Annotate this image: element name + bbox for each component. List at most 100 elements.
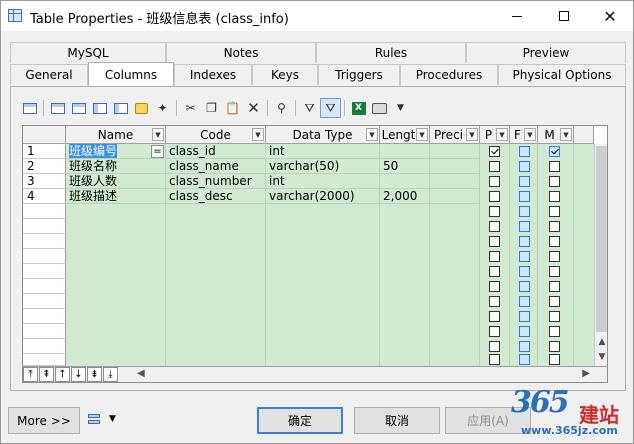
create-domain-button[interactable] — [131, 98, 152, 118]
copy-button[interactable]: ❐ — [201, 98, 222, 118]
mandatory-checkbox[interactable] — [549, 146, 560, 157]
foreign-checkbox[interactable] — [519, 354, 530, 365]
row-number-empty[interactable] — [23, 324, 66, 339]
primary-checkbox[interactable] — [489, 311, 500, 322]
tab-indexes[interactable]: Indexes — [174, 64, 252, 85]
mandatory-checkbox[interactable] — [549, 236, 560, 247]
row-number[interactable]: 4 — [23, 189, 66, 204]
cell-length[interactable] — [380, 174, 430, 189]
foreign-checkbox[interactable] — [519, 251, 530, 262]
foreign-checkbox[interactable] — [519, 146, 530, 157]
more-tools-dropdown[interactable]: ▼ — [390, 98, 411, 118]
create-sequence-button[interactable]: ✦ — [152, 98, 173, 118]
vertical-scrollbar[interactable]: ▲ ▼ — [594, 144, 607, 366]
move-bottom-icon[interactable]: ⤓ — [103, 367, 118, 382]
scroll-left-icon[interactable]: ◀ — [137, 368, 145, 379]
mandatory-checkbox[interactable] — [549, 281, 560, 292]
chevron-down-icon[interactable]: ▼ — [252, 128, 264, 141]
horizontal-scrollbar[interactable]: ◀ ▶ — [135, 366, 607, 382]
maximize-button[interactable] — [541, 1, 587, 31]
foreign-checkbox[interactable] — [519, 266, 530, 277]
primary-checkbox[interactable] — [489, 326, 500, 337]
primary-checkbox[interactable] — [489, 281, 500, 292]
edit-cell-button[interactable]: = — [151, 145, 164, 158]
cell-code[interactable]: class_name — [166, 159, 266, 174]
mandatory-checkbox[interactable] — [549, 341, 560, 352]
cell-name[interactable]: 班级描述 — [66, 189, 166, 204]
cell-name[interactable]: 班级人数 — [66, 174, 166, 189]
scroll-right-icon[interactable]: ▶ — [582, 368, 590, 379]
mandatory-checkbox[interactable] — [549, 311, 560, 322]
tab-columns[interactable]: Columns — [88, 62, 174, 86]
tab-rules[interactable]: Rules — [316, 42, 466, 63]
primary-checkbox[interactable] — [489, 341, 500, 352]
find-button[interactable]: ⚲ — [271, 98, 292, 118]
cell-data-type[interactable]: varchar(2000) — [266, 189, 380, 204]
chevron-down-icon[interactable]: ▼ — [524, 128, 536, 141]
filter-button[interactable]: ⛛ — [299, 98, 320, 118]
chevron-down-icon[interactable]: ▼ — [366, 128, 378, 141]
move-down-icon[interactable]: ↓ — [71, 367, 86, 382]
foreign-checkbox[interactable] — [519, 296, 530, 307]
foreign-checkbox[interactable] — [519, 161, 530, 172]
delete-button[interactable]: ✕ — [243, 98, 264, 118]
cell-length[interactable]: 50 — [380, 159, 430, 174]
add-row-button[interactable] — [68, 98, 89, 118]
cell-precision[interactable] — [430, 159, 480, 174]
cell-code[interactable]: class_id — [166, 144, 266, 159]
primary-checkbox[interactable] — [489, 251, 500, 262]
column-header-foreign[interactable]: F ▼ — [510, 126, 538, 144]
primary-checkbox[interactable] — [489, 266, 500, 277]
foreign-checkbox[interactable] — [519, 326, 530, 337]
config-dropdown-icon[interactable]: ▼ — [109, 414, 116, 424]
ok-button[interactable]: 确定 — [257, 407, 343, 434]
row-number-empty[interactable] — [23, 234, 66, 249]
chevron-down-icon[interactable]: ▼ — [496, 128, 508, 141]
tab-mysql[interactable]: MySQL — [10, 42, 166, 63]
tab-general[interactable]: General — [10, 64, 88, 85]
properties-button[interactable] — [19, 98, 40, 118]
primary-checkbox[interactable] — [489, 161, 500, 172]
row-number-empty[interactable] — [23, 354, 66, 366]
primary-checkbox[interactable] — [489, 191, 500, 202]
foreign-checkbox[interactable] — [519, 191, 530, 202]
more-button[interactable]: More >> — [8, 407, 80, 434]
column-header-precision[interactable]: Preci ▼ — [430, 126, 480, 144]
tab-keys[interactable]: Keys — [252, 64, 318, 85]
tab-notes[interactable]: Notes — [166, 42, 316, 63]
insert-row-button[interactable] — [47, 98, 68, 118]
move-page-down-icon[interactable]: ⇟ — [87, 367, 102, 382]
cell-data-type[interactable]: varchar(50) — [266, 159, 380, 174]
row-number[interactable]: 2 — [23, 159, 66, 174]
primary-checkbox[interactable] — [489, 221, 500, 232]
cut-button[interactable]: ✂ — [180, 98, 201, 118]
column-header-mandatory[interactable]: M ▼ — [538, 126, 574, 144]
scroll-up-icon[interactable]: ▲ — [595, 335, 607, 349]
tab-triggers[interactable]: Triggers — [318, 64, 400, 85]
primary-checkbox[interactable] — [489, 146, 500, 157]
row-number-empty[interactable] — [23, 219, 66, 234]
primary-checkbox[interactable] — [489, 236, 500, 247]
primary-checkbox[interactable] — [489, 354, 500, 365]
print-button[interactable] — [369, 98, 390, 118]
minimize-button[interactable] — [494, 1, 540, 31]
foreign-checkbox[interactable] — [519, 341, 530, 352]
chevron-down-icon[interactable]: ▼ — [416, 128, 428, 141]
tab-physical-options[interactable]: Physical Options — [498, 64, 626, 85]
column-header-length[interactable]: Lengt ▼ — [380, 126, 430, 144]
foreign-checkbox[interactable] — [519, 281, 530, 292]
cancel-button[interactable]: 取消 — [354, 407, 440, 434]
column-header-data-type[interactable]: Data Type ▼ — [266, 126, 380, 144]
chevron-down-icon[interactable]: ▼ — [560, 128, 572, 141]
row-number-empty[interactable] — [23, 294, 66, 309]
row-number-empty[interactable] — [23, 204, 66, 219]
close-button[interactable]: ✕ — [587, 1, 633, 31]
cell-precision[interactable] — [430, 174, 480, 189]
paste-button[interactable]: 📋 — [222, 98, 243, 118]
mandatory-checkbox[interactable] — [549, 296, 560, 307]
row-number-empty[interactable] — [23, 309, 66, 324]
mandatory-checkbox[interactable] — [549, 206, 560, 217]
columns-config-icon[interactable] — [87, 412, 103, 428]
primary-checkbox[interactable] — [489, 176, 500, 187]
tab-procedures[interactable]: Procedures — [400, 64, 498, 85]
